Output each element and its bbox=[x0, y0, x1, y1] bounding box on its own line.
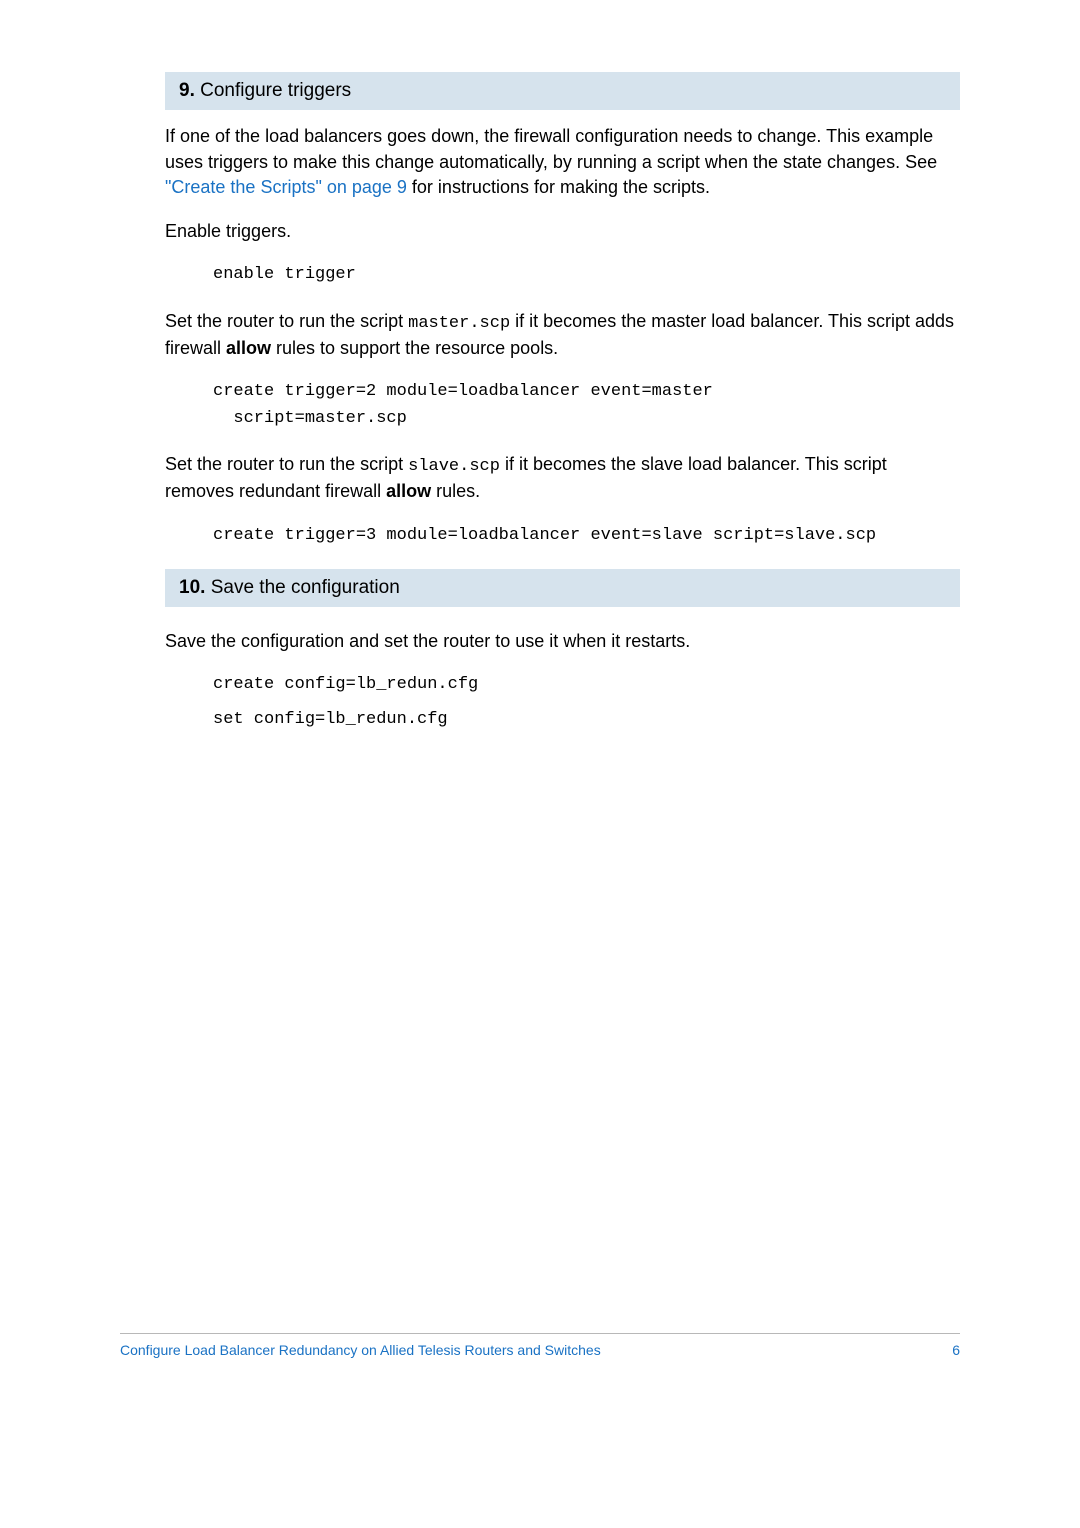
step9-title: Configure triggers bbox=[200, 80, 351, 101]
step9-para1-b: for instructions for making the scripts. bbox=[407, 177, 710, 197]
step9-para4-c: rules. bbox=[431, 481, 480, 501]
step9-para3-c: rules to support the resource pools. bbox=[271, 338, 558, 358]
step9-para2: Enable triggers. bbox=[165, 219, 960, 245]
step10-title: Save the configuration bbox=[211, 577, 400, 598]
step9-para3-mono: master.scp bbox=[408, 314, 510, 333]
step9-code3: create trigger=3 module=loadbalancer eve… bbox=[213, 523, 960, 549]
step9-para1-a: If one of the load balancers goes down, … bbox=[165, 126, 937, 172]
step9-para3-bold: allow bbox=[226, 338, 271, 358]
page-footer: Configure Load Balancer Redundancy on Al… bbox=[120, 1333, 960, 1358]
footer-title: Configure Load Balancer Redundancy on Al… bbox=[120, 1342, 601, 1358]
step9-code1: enable trigger bbox=[213, 262, 960, 288]
step9-para3-a: Set the router to run the script bbox=[165, 311, 408, 331]
step9-para4-mono: slave.scp bbox=[408, 457, 500, 476]
step9-para1-link[interactable]: "Create the Scripts" on page 9 bbox=[165, 177, 407, 197]
step10-header: 10. Save the configuration bbox=[165, 569, 960, 607]
step9-para4: Set the router to run the script slave.s… bbox=[165, 452, 960, 505]
step10-para1: Save the configuration and set the route… bbox=[165, 629, 960, 655]
step9-para1: If one of the load balancers goes down, … bbox=[165, 124, 960, 201]
step10-code1: create config=lb_redun.cfg bbox=[213, 672, 960, 698]
step9-number: 9. bbox=[179, 80, 195, 101]
step9-para3: Set the router to run the script master.… bbox=[165, 309, 960, 362]
step9-para4-a: Set the router to run the script bbox=[165, 454, 408, 474]
footer-page-number: 6 bbox=[952, 1342, 960, 1358]
step9-code2: create trigger=2 module=loadbalancer eve… bbox=[213, 379, 960, 432]
step10-number: 10. bbox=[179, 577, 205, 598]
step9-header: 9. Configure triggers bbox=[165, 72, 960, 110]
step10-code2: set config=lb_redun.cfg bbox=[213, 707, 960, 733]
step9-para4-bold: allow bbox=[386, 481, 431, 501]
